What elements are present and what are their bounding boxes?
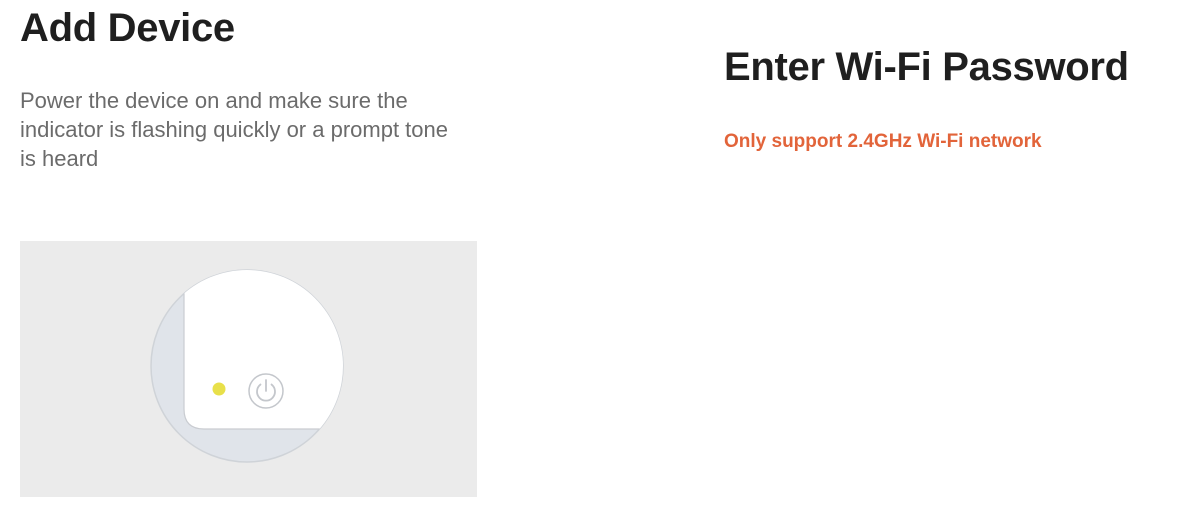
indicator-light-icon [212, 382, 226, 396]
add-device-screen: Add Device Power the device on and make … [0, 0, 500, 507]
power-button-icon [248, 373, 284, 409]
device-illustration-graphic [150, 269, 344, 463]
wifi-band-notice: Only support 2.4GHz Wi-Fi network [724, 131, 1042, 152]
wifi-password-screen: Enter Wi-Fi Password Only support 2.4GHz… [700, 0, 1195, 507]
wifi-page-title: Enter Wi-Fi Password [724, 45, 1129, 89]
device-illustration [20, 241, 477, 497]
instructions-text: Power the device on and make sure the in… [20, 88, 448, 171]
page-title: Add Device [20, 6, 235, 50]
